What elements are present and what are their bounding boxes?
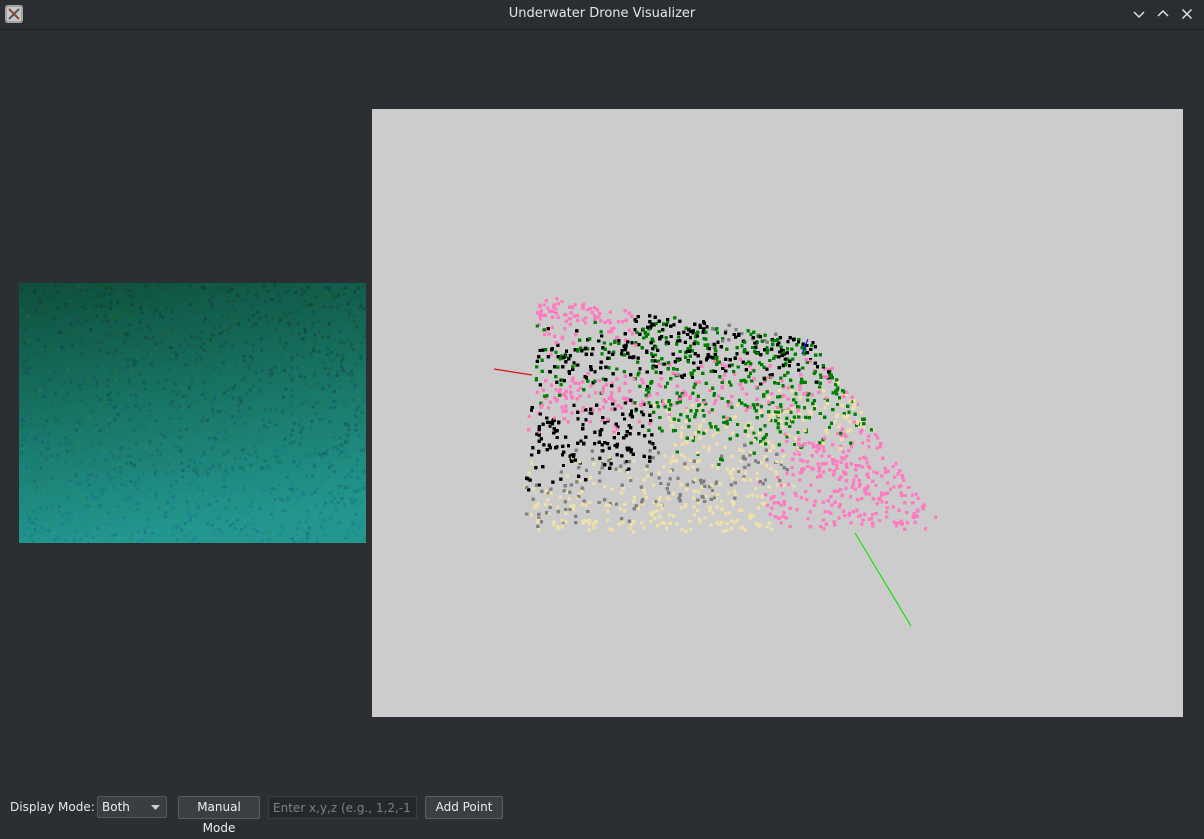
- display-mode-value: Both: [102, 800, 130, 814]
- display-mode-select[interactable]: Both: [97, 796, 167, 818]
- control-bar: Display Mode: Both Manual Mode Add Point: [10, 796, 1200, 820]
- point-cloud-points: [524, 297, 937, 533]
- close-icon[interactable]: [1177, 4, 1197, 24]
- main-area: Display Mode: Both Manual Mode Add Point: [0, 30, 1204, 831]
- coordinate-input[interactable]: [268, 796, 417, 819]
- manual-mode-button[interactable]: Manual Mode: [178, 796, 260, 819]
- chevron-down-icon: [151, 805, 160, 810]
- y-axis-line: [855, 533, 911, 626]
- title-bar: Underwater Drone Visualizer: [0, 0, 1204, 30]
- minimize-icon[interactable]: [1129, 4, 1149, 24]
- x-axis-line: [494, 369, 532, 375]
- window-title: Underwater Drone Visualizer: [0, 6, 1204, 21]
- camera-feed-image: [19, 283, 366, 543]
- display-mode-label: Display Mode:: [10, 800, 95, 814]
- maximize-icon[interactable]: [1153, 4, 1173, 24]
- add-point-button[interactable]: Add Point: [425, 796, 503, 819]
- point-cloud-view[interactable]: [372, 109, 1183, 717]
